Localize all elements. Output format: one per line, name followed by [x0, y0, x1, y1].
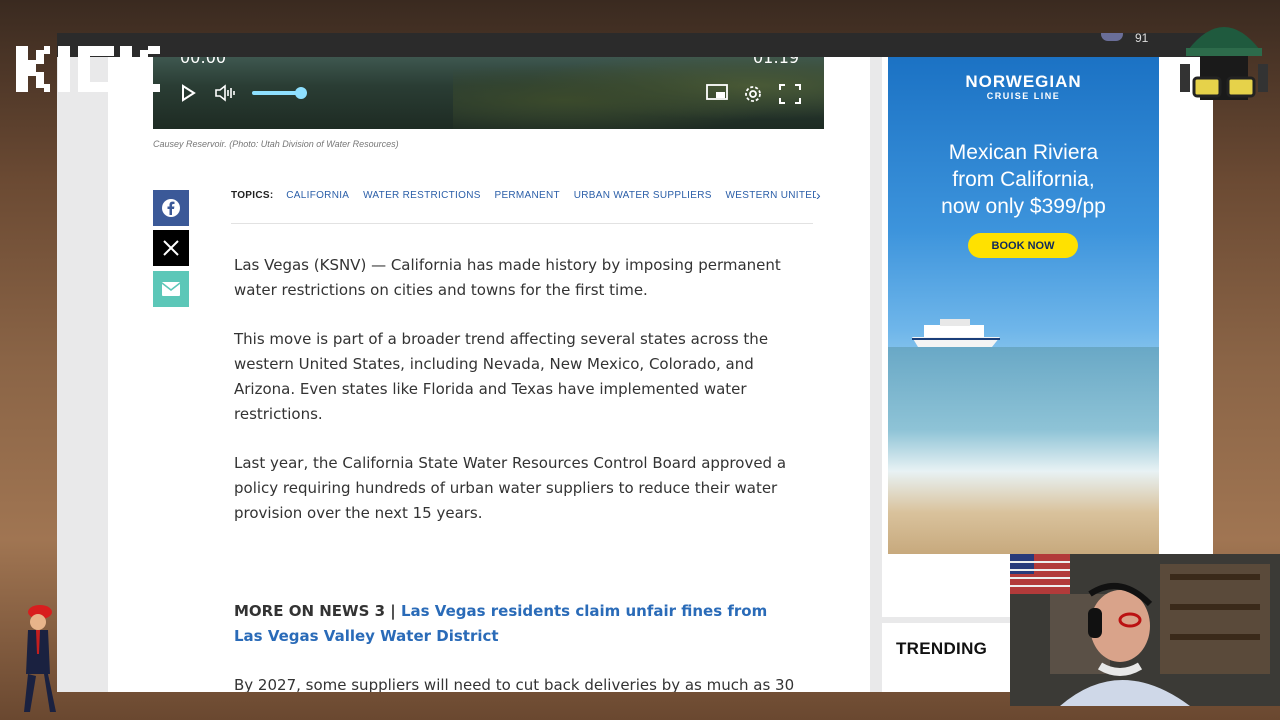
share-x-button[interactable] [153, 230, 189, 266]
profile-icon[interactable] [1101, 33, 1123, 41]
cruise-advertisement[interactable]: NORWEGIAN CRUISE LINE Mexican Riviera fr… [888, 57, 1159, 554]
share-facebook-button[interactable] [153, 190, 189, 226]
topics-bar: TOPICS: CALIFORNIA WATER RESTRICTIONS PE… [231, 190, 816, 201]
topic-tag[interactable]: WATER RESTRICTIONS [363, 190, 481, 201]
article-paragraph: This move is part of a broader trend aff… [234, 330, 769, 423]
chevron-right-icon[interactable]: › [816, 187, 821, 203]
settings-gear-icon[interactable] [743, 84, 763, 104]
ad-offer-line: Mexican Riviera [948, 141, 1099, 164]
topics-label: TOPICS: [231, 190, 274, 201]
cruise-ship-icon [912, 319, 1000, 347]
beach-image [888, 347, 1159, 554]
webcam-overlay [1010, 554, 1280, 706]
topic-tag[interactable]: PERMANENT [494, 190, 559, 201]
related-story-prefix: MORE ON NEWS 3 | [234, 602, 401, 620]
ad-offer-line: now only $399/pp [941, 195, 1106, 218]
photo-caption: Causey Reservoir. (Photo: Utah Division … [153, 139, 399, 149]
ad-offer-line: from California, [952, 168, 1095, 191]
ad-offer: Mexican Riviera from California, now onl… [888, 139, 1159, 220]
trending-title: TRENDING [896, 639, 988, 658]
email-icon [162, 282, 180, 296]
kick-logo [16, 46, 160, 92]
video-current-time: 00:00 [180, 57, 227, 67]
ad-brand: NORWEGIAN [965, 72, 1082, 91]
video-frame [453, 57, 824, 129]
x-logo-icon [163, 240, 179, 256]
article-paragraph: Last year, the California State Water Re… [234, 454, 787, 522]
related-story: MORE ON NEWS 3 | Las Vegas residents cla… [234, 599, 799, 649]
article-paragraph: Las Vegas (KSNV) — California has made h… [234, 256, 781, 299]
share-email-button[interactable] [153, 271, 189, 307]
article-column: 00:00 01:19 Causey Reservoir. (Photo: Ut… [108, 57, 870, 692]
topic-tag[interactable]: URBAN WATER SUPPLIERS [574, 190, 712, 201]
divider [231, 223, 813, 224]
topic-tag[interactable]: WESTERN UNITED STAT [726, 190, 816, 201]
ad-brand-sub: CRUISE LINE [986, 91, 1061, 101]
video-player[interactable]: 00:00 01:19 [153, 57, 824, 129]
play-icon[interactable] [180, 84, 196, 102]
facebook-icon [162, 199, 180, 217]
video-duration: 01:19 [753, 57, 800, 67]
picture-in-picture-icon[interactable] [706, 84, 728, 102]
webcam-feed [1010, 554, 1270, 706]
dancing-figure-sticker [24, 605, 56, 712]
browser-toolbar: 91 [57, 33, 1213, 57]
topic-tag[interactable]: CALIFORNIA [286, 190, 349, 201]
volume-icon[interactable] [214, 84, 238, 102]
streamer-avatar [1180, 27, 1268, 100]
article-paragraph: By 2027, some suppliers will need to cut… [234, 676, 795, 692]
book-now-button[interactable]: BOOK NOW [968, 233, 1078, 258]
fullscreen-icon[interactable] [779, 84, 801, 104]
volume-slider-handle[interactable] [295, 87, 307, 99]
notification-count: 91 [1135, 33, 1149, 45]
volume-slider[interactable] [252, 91, 301, 95]
